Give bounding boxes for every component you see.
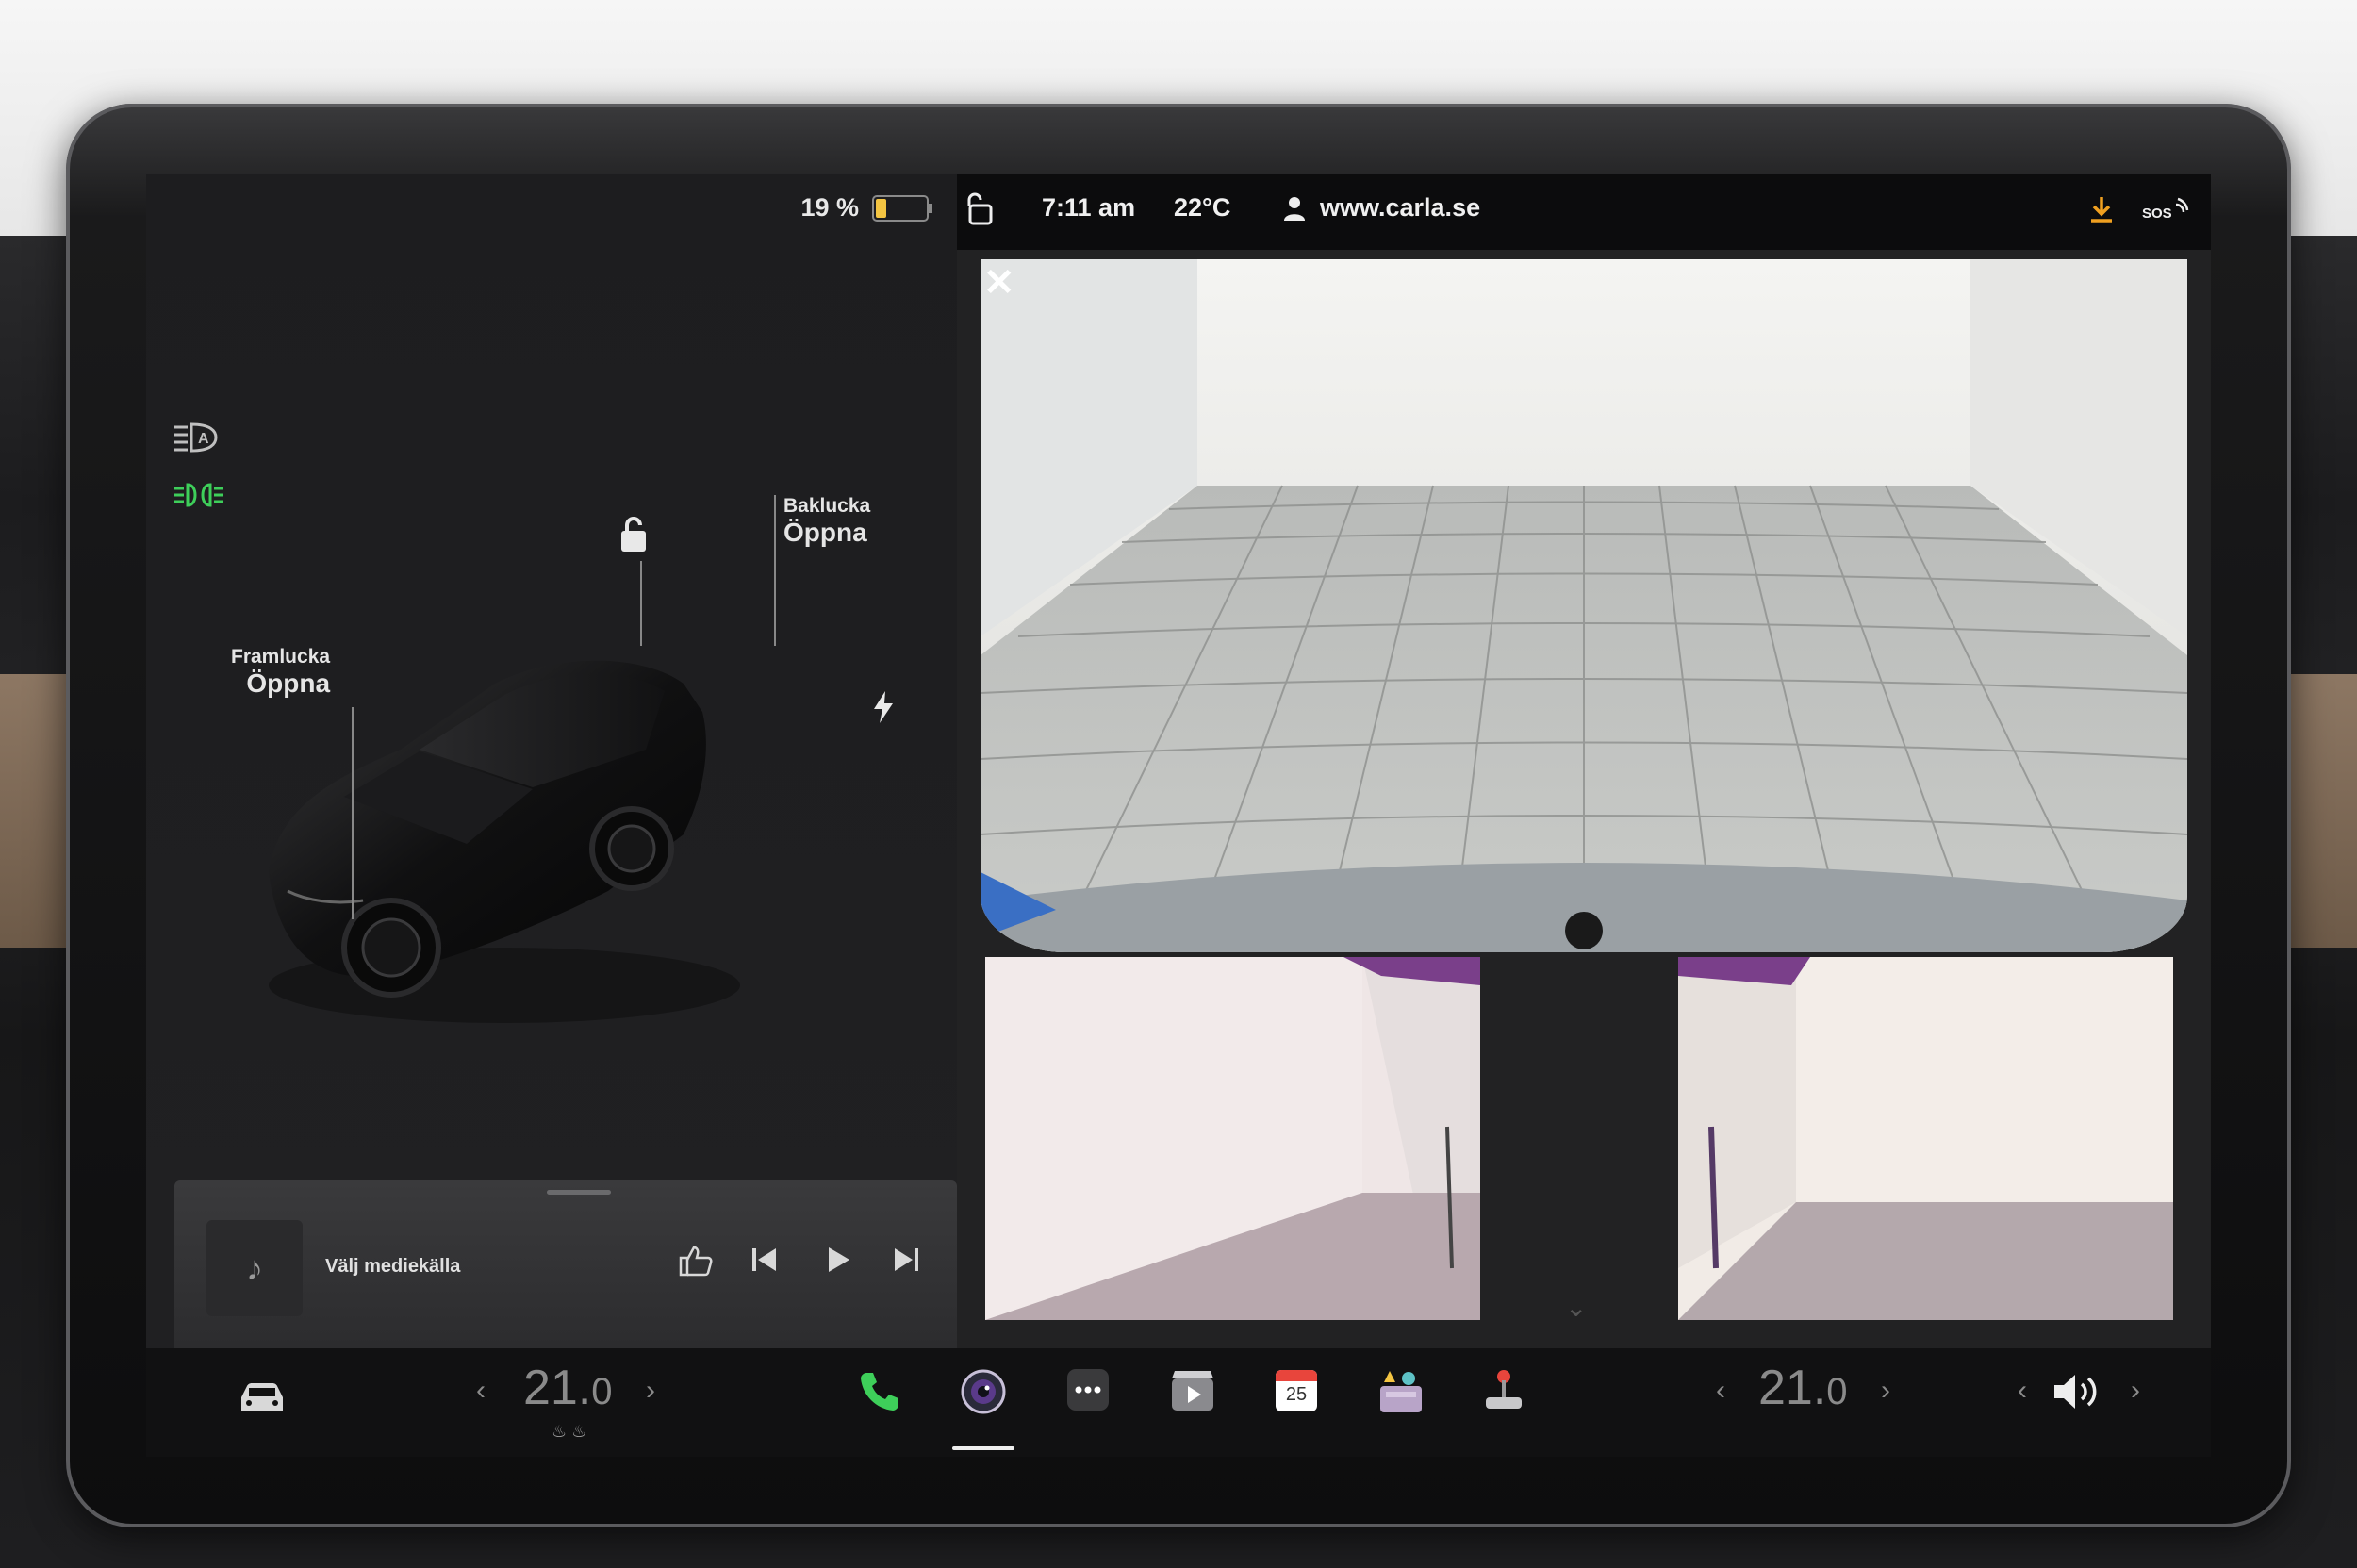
front-trunk-open[interactable]: Öppna bbox=[231, 668, 330, 699]
close-camera-button[interactable]: ✕ bbox=[983, 261, 1015, 305]
toybox-icon[interactable] bbox=[1376, 1367, 1426, 1421]
driver-temp-main: 21. bbox=[523, 1361, 592, 1415]
vehicle-panel: 19 % A Framlucka Öppna Baklucka Öppna ♪ … bbox=[146, 174, 957, 1348]
top-status-bar: 7:11 am 22°C www.carla.se SOS bbox=[957, 174, 2211, 250]
front-trunk-control[interactable]: Framlucka Öppna bbox=[231, 646, 330, 699]
clock: 7:11 am bbox=[1042, 193, 1136, 222]
touchscreen: 19 % A Framlucka Öppna Baklucka Öppna ♪ … bbox=[146, 174, 2211, 1457]
right-repeater-camera[interactable] bbox=[1678, 957, 2173, 1320]
lock-open-icon[interactable] bbox=[966, 191, 995, 232]
media-player: ♪ Välj mediekälla bbox=[174, 1180, 957, 1348]
left-repeater-camera[interactable] bbox=[985, 957, 1480, 1320]
media-drawer-handle[interactable] bbox=[547, 1190, 611, 1195]
front-trunk-label: Framlucka bbox=[231, 646, 331, 668]
passenger-temp-decrease[interactable]: ‹ bbox=[1716, 1375, 1725, 1407]
previous-track-button[interactable] bbox=[750, 1245, 780, 1283]
volume-icon[interactable] bbox=[2051, 1371, 2103, 1417]
unlock-leader bbox=[640, 561, 642, 646]
passenger-temp-main: 21. bbox=[1758, 1361, 1827, 1415]
media-source-label[interactable]: Välj mediekälla bbox=[325, 1256, 460, 1278]
sos-icon[interactable]: SOS bbox=[2140, 195, 2189, 230]
joystick-icon[interactable] bbox=[1480, 1367, 1527, 1419]
music-note-icon[interactable]: ♪ bbox=[206, 1220, 303, 1316]
more-icon[interactable] bbox=[1065, 1367, 1111, 1417]
battery-percent: 19 % bbox=[800, 193, 859, 222]
driver-temperature[interactable]: 21.0 bbox=[523, 1360, 613, 1416]
outside-temperature: 22°C bbox=[1174, 193, 1231, 222]
driver-temp-increase[interactable]: › bbox=[646, 1375, 655, 1407]
driver-profile[interactable]: www.carla.se bbox=[1320, 193, 1480, 223]
active-app-indicator bbox=[952, 1446, 1014, 1450]
camera-icon[interactable] bbox=[959, 1367, 1008, 1421]
play-button[interactable] bbox=[823, 1245, 853, 1283]
rear-trunk-label: Baklucka bbox=[783, 495, 871, 517]
front-trunk-leader bbox=[352, 707, 354, 919]
user-icon[interactable] bbox=[1282, 195, 1307, 228]
rear-trunk-open[interactable]: Öppna bbox=[783, 518, 870, 548]
chevron-down-icon[interactable]: ⌄ bbox=[1565, 1292, 1587, 1323]
svg-text:SOS: SOS bbox=[2142, 206, 2172, 222]
driver-temp-decimal: 0 bbox=[591, 1371, 613, 1412]
svg-text:A: A bbox=[198, 431, 209, 447]
battery-status: 19 % bbox=[800, 193, 932, 223]
volume-increase[interactable]: › bbox=[2131, 1375, 2140, 1407]
rear-camera-feed[interactable] bbox=[981, 259, 2187, 952]
parking-lights-icon bbox=[173, 481, 225, 516]
bottom-dock: ‹ 21.0 › ♨ ♨ 25 ‹ 21.0 › ‹ › bbox=[146, 1348, 2211, 1457]
battery-fill bbox=[876, 198, 886, 218]
calendar-day: 25 bbox=[1285, 1384, 1308, 1405]
rear-trunk-control[interactable]: Baklucka Öppna bbox=[783, 495, 870, 548]
thumbs-up-icon[interactable] bbox=[679, 1245, 713, 1285]
unlock-icon[interactable] bbox=[618, 516, 650, 558]
battery-icon bbox=[872, 194, 932, 222]
rear-trunk-leader bbox=[774, 495, 776, 646]
headlight-auto-icon: A bbox=[173, 421, 218, 460]
download-icon[interactable] bbox=[2088, 195, 2115, 230]
volume-decrease[interactable]: ‹ bbox=[2018, 1375, 2027, 1407]
phone-icon[interactable] bbox=[855, 1367, 902, 1419]
passenger-temp-decimal: 0 bbox=[1826, 1371, 1848, 1412]
passenger-temp-increase[interactable]: › bbox=[1881, 1375, 1890, 1407]
passenger-temperature[interactable]: 21.0 bbox=[1758, 1360, 1848, 1416]
car-icon[interactable] bbox=[236, 1378, 288, 1421]
driver-temp-decrease[interactable]: ‹ bbox=[476, 1375, 486, 1407]
bolt-icon[interactable] bbox=[872, 691, 895, 728]
next-track-button[interactable] bbox=[891, 1245, 921, 1283]
theater-icon[interactable] bbox=[1169, 1367, 1216, 1419]
calendar-icon[interactable]: 25 bbox=[1273, 1367, 1320, 1419]
seat-heater-icon[interactable]: ♨ ♨ bbox=[552, 1422, 586, 1442]
